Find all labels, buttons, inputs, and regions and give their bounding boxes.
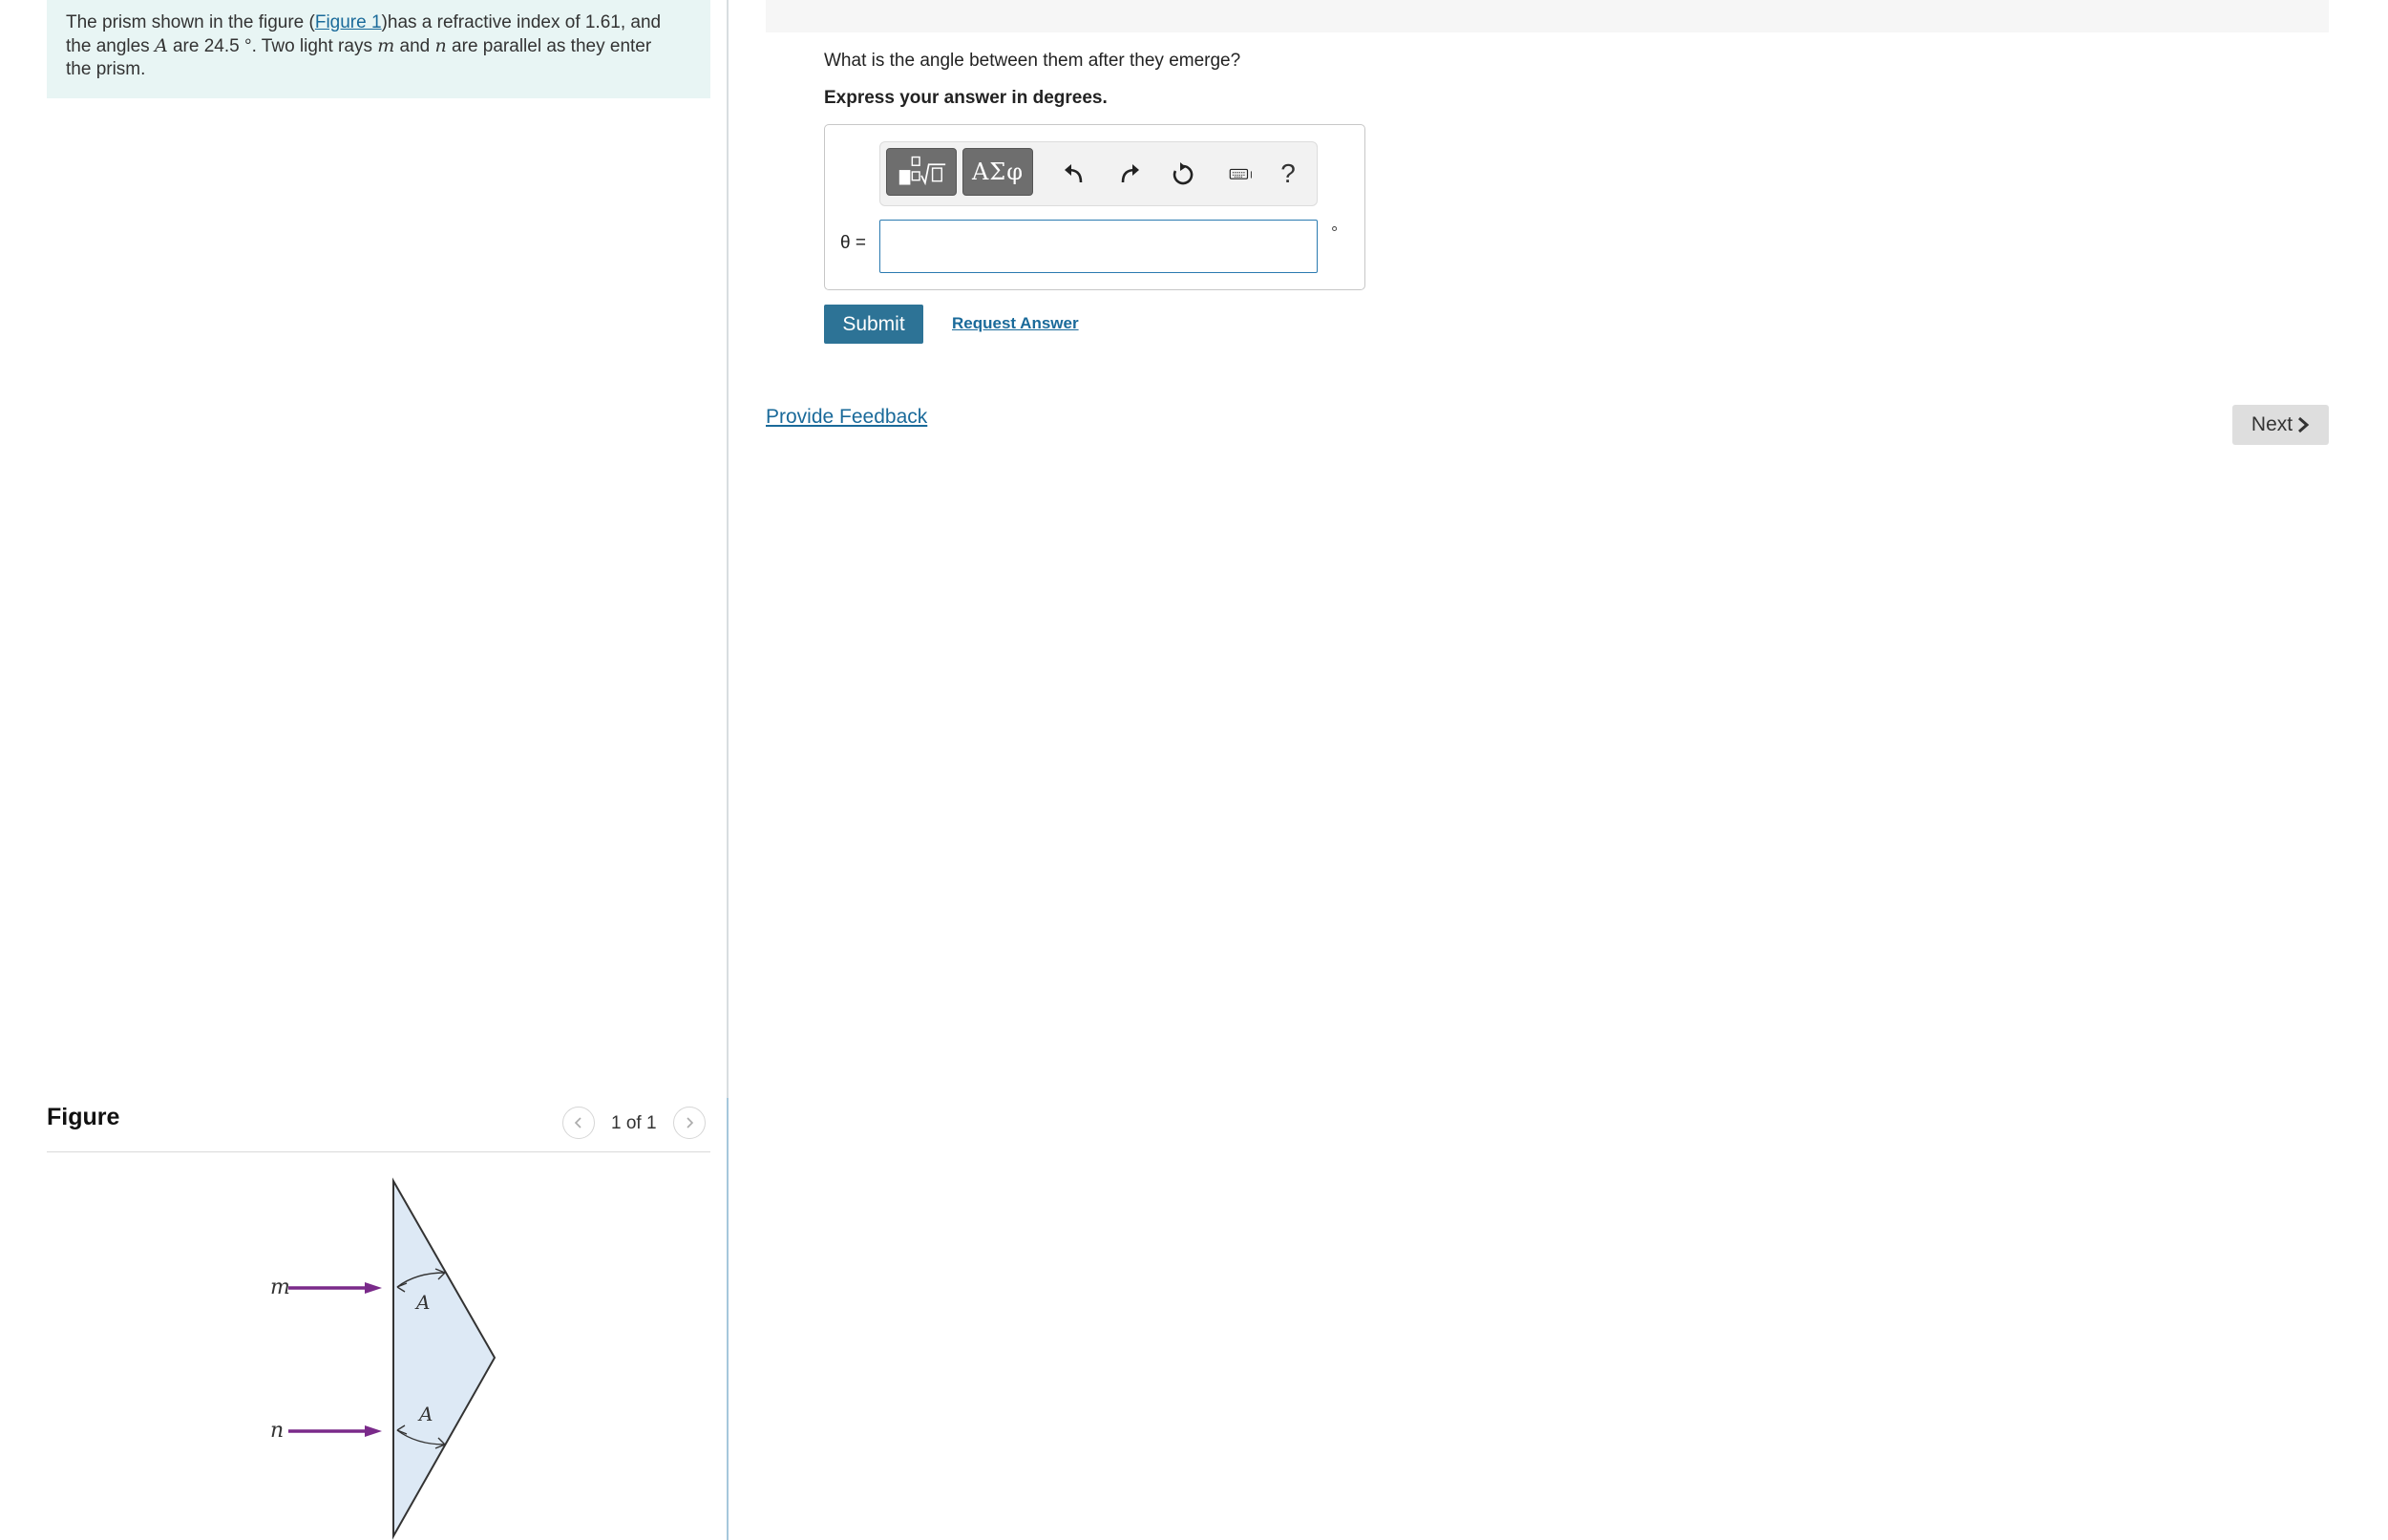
math-var-m: m	[377, 35, 395, 56]
answer-instruction: Express your answer in degrees.	[824, 88, 1108, 108]
problem-statement: The prism shown in the figure (Figure 1)…	[47, 0, 710, 98]
question-prompt: What is the angle between them after the…	[824, 51, 1241, 71]
math-var-n: n	[434, 35, 447, 56]
problem-text: the prism.	[66, 59, 146, 79]
answer-variable-label: θ =	[840, 233, 866, 253]
reset-button[interactable]	[1161, 152, 1205, 196]
figure-divider	[47, 1151, 710, 1152]
problem-text: are parallel as they enter	[446, 36, 652, 56]
part-header-strip	[766, 0, 2329, 32]
undo-icon	[1065, 164, 1083, 183]
next-label: Next	[2251, 413, 2293, 435]
problem-text: )has a refractive index of 1.61, and	[381, 12, 662, 32]
undo-button[interactable]	[1052, 152, 1096, 196]
request-answer-link[interactable]: Request Answer	[952, 314, 1079, 333]
label-angle-A-top: A	[414, 1291, 430, 1314]
math-toolbar: ΑΣφ ?	[879, 141, 1318, 206]
problem-text: are 24.5 °. Two light rays	[167, 36, 378, 56]
keyboard-button[interactable]	[1216, 152, 1266, 196]
answer-input[interactable]	[879, 220, 1318, 273]
chevron-left-icon	[574, 1117, 581, 1129]
help-icon: ?	[1280, 158, 1296, 188]
chevron-right-icon	[2298, 416, 2310, 433]
redo-button[interactable]	[1108, 152, 1152, 196]
greek-label: ΑΣφ	[971, 158, 1025, 185]
fraction-sqrt-icon	[898, 156, 946, 186]
help-button[interactable]: ?	[1266, 152, 1310, 196]
ray-n	[288, 1425, 382, 1437]
templates-button[interactable]	[886, 148, 957, 196]
label-n: n	[270, 1419, 284, 1443]
greek-symbols-button[interactable]: ΑΣφ	[962, 148, 1033, 196]
problem-text: the angles	[66, 36, 155, 56]
answer-unit: °	[1331, 223, 1339, 243]
problem-text: The prism shown in the figure (	[66, 12, 315, 32]
math-var-A: A	[154, 35, 168, 56]
problem-text: and	[394, 36, 435, 56]
panel-divider-accent	[727, 1098, 729, 1540]
figure-next-button[interactable]	[673, 1107, 706, 1139]
provide-feedback-link[interactable]: Provide Feedback	[766, 406, 927, 429]
answer-panel: ΑΣφ ? θ = °	[824, 124, 1365, 290]
prism-diagram: m n A A	[270, 1177, 497, 1540]
ray-m	[288, 1282, 382, 1294]
reset-icon	[1173, 162, 1194, 185]
keyboard-icon	[1229, 168, 1252, 179]
figure-title: Figure	[47, 1104, 120, 1130]
submit-button[interactable]: Submit	[824, 305, 923, 344]
figure-counter: 1 of 1	[611, 1113, 657, 1133]
prism-shape	[392, 1177, 497, 1540]
chevron-right-icon	[687, 1117, 694, 1129]
figure-link[interactable]: Figure 1	[315, 12, 382, 32]
figure-prev-button[interactable]	[562, 1107, 595, 1139]
label-angle-A-bottom: A	[417, 1403, 433, 1425]
label-m: m	[270, 1276, 290, 1299]
next-button[interactable]: Next	[2232, 405, 2329, 445]
redo-icon	[1121, 164, 1139, 183]
